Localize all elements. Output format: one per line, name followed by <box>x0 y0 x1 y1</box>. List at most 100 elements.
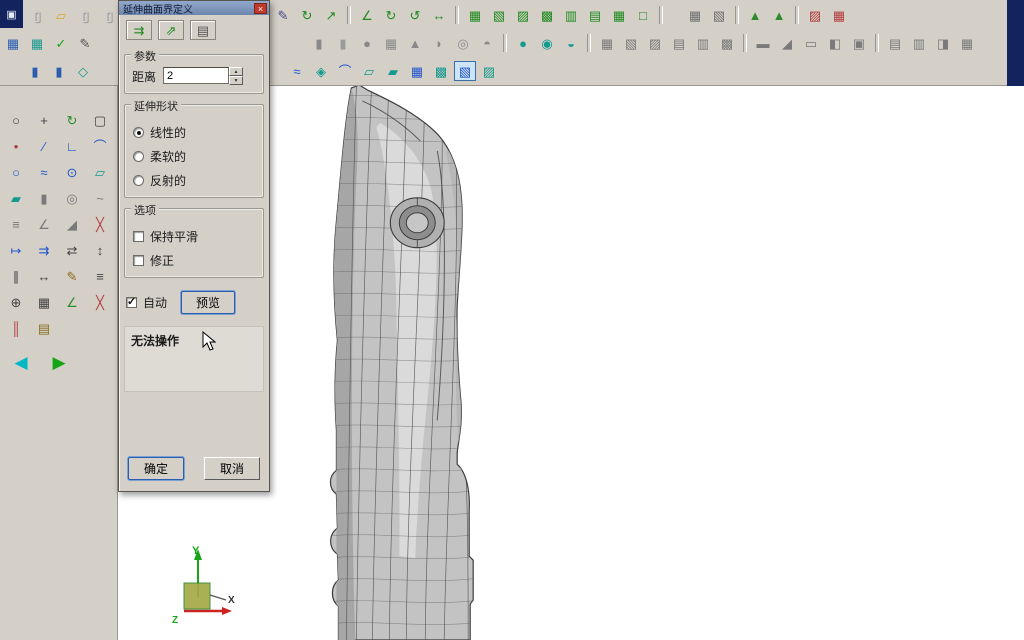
loft-tool-icon[interactable]: ≡ <box>3 212 29 237</box>
close-icon[interactable]: × <box>254 2 267 14</box>
extend-surface-icon[interactable]: ▧ <box>454 61 476 81</box>
point-tool-icon[interactable]: • <box>3 134 29 159</box>
barcode-tool-icon[interactable]: ║ <box>3 316 29 341</box>
forward-arrow-icon[interactable]: ▶ <box>46 351 72 373</box>
solid-cube-2-icon[interactable]: ▧ <box>620 33 642 53</box>
spin-up-icon[interactable]: ▲ <box>229 67 244 76</box>
annotate-tool-icon[interactable]: ✎ <box>59 264 85 289</box>
polyline-tool-icon[interactable]: ∟ <box>59 134 85 159</box>
thick-cube-icon[interactable]: ▦ <box>956 33 978 53</box>
point-curve-icon[interactable]: ≈ <box>286 61 308 81</box>
wire-cube-4-icon[interactable]: ▩ <box>536 5 558 25</box>
wedge-icon[interactable]: ◢ <box>776 33 798 53</box>
export-file-icon[interactable]: ▯ <box>98 5 120 25</box>
patch-surface-icon[interactable]: ▱ <box>358 61 380 81</box>
teal-half-icon[interactable]: ◒ <box>560 33 582 53</box>
curve-tool-icon[interactable]: ⌒ <box>334 61 356 81</box>
chip-red-icon[interactable]: ▦ <box>828 5 850 25</box>
new-file-icon[interactable]: ▯ <box>26 5 48 25</box>
radio-reflective[interactable]: 反射的 <box>133 172 255 189</box>
blue-panel-1-icon[interactable]: ▮ <box>24 61 46 81</box>
mirror-tool-icon[interactable]: ⇄ <box>59 238 85 263</box>
rotate-view-icon[interactable]: ↻ <box>59 108 85 133</box>
check-correct[interactable]: 修正 <box>133 252 255 269</box>
solid-cube-1-icon[interactable]: ▦ <box>596 33 618 53</box>
solid-cube-5-icon[interactable]: ▥ <box>692 33 714 53</box>
dimension-tool-icon[interactable]: ↔ <box>31 264 57 289</box>
solid-cube-6-icon[interactable]: ▩ <box>716 33 738 53</box>
spin-down-icon[interactable]: ▼ <box>229 76 244 85</box>
spline-tool-icon[interactable]: ≈ <box>31 160 57 185</box>
radio-linear[interactable]: 线性的 <box>133 124 255 141</box>
translate-axis-icon[interactable]: ↗ <box>320 5 342 25</box>
shell-cube-icon[interactable]: ◧ <box>824 33 846 53</box>
layers-tool-icon[interactable]: ≡ <box>87 264 113 289</box>
ok-button[interactable]: 确定 <box>128 457 184 480</box>
dialog-titlebar[interactable]: 延伸曲面界定义 × <box>119 1 269 16</box>
gray-cube-icon[interactable]: ▦ <box>684 5 706 25</box>
torus-primitive-icon[interactable]: ◎ <box>452 33 474 53</box>
fillet-tool-icon[interactable]: ∠ <box>31 212 57 237</box>
teal-sphere-icon[interactable]: ● <box>512 33 534 53</box>
slab-icon[interactable]: ▬ <box>752 33 774 53</box>
rotate-ccw-icon[interactable]: ↺ <box>404 5 426 25</box>
teal-cube-icon[interactable]: ▦ <box>26 33 48 53</box>
revolve-tool-icon[interactable]: ◎ <box>59 186 85 211</box>
export-surface-icon[interactable]: ⇗ <box>158 20 184 40</box>
draft-cube-icon[interactable]: ◨ <box>932 33 954 53</box>
round-cube-icon[interactable]: ▣ <box>848 33 870 53</box>
pan-icon[interactable]: + <box>31 108 57 133</box>
edit-params-icon[interactable]: ✎ <box>272 5 294 25</box>
tree-view-1-icon[interactable]: ▲ <box>744 5 766 25</box>
edit-pencil-icon[interactable]: ✎ <box>74 33 96 53</box>
radio-soft[interactable]: 柔软的 <box>133 148 255 165</box>
plate-icon[interactable]: ▭ <box>800 33 822 53</box>
teal-diamond-icon[interactable]: ◇ <box>72 61 94 81</box>
measure-tool-icon[interactable]: ∥ <box>3 264 29 289</box>
export-session-icon[interactable]: ▤ <box>31 316 57 341</box>
snap-tool-icon[interactable]: ⊕ <box>3 290 29 315</box>
offset-tool-icon[interactable]: ⇉ <box>31 238 57 263</box>
app-menu-icon[interactable]: ▣ <box>0 0 23 28</box>
tree-view-2-icon[interactable]: ▲ <box>768 5 790 25</box>
net-surface-icon[interactable]: ▩ <box>430 61 452 81</box>
cube-primitive-icon[interactable]: ▦ <box>380 33 402 53</box>
chamfer-tool-icon[interactable]: ◢ <box>59 212 85 237</box>
check-auto[interactable]: 自动 <box>126 294 167 311</box>
solid-cube-3-icon[interactable]: ▨ <box>644 33 666 53</box>
axis-tool-icon[interactable]: ∠ <box>59 290 85 315</box>
solid-cube-4-icon[interactable]: ▤ <box>668 33 690 53</box>
block-primitive-icon[interactable]: ▮ <box>308 33 330 53</box>
oblate-primitive-icon[interactable]: ◗ <box>428 33 450 53</box>
cancel-button[interactable]: 取消 <box>204 457 260 480</box>
save-grid-icon[interactable]: ▤ <box>190 20 216 40</box>
measure-red-icon[interactable]: ▨ <box>804 5 826 25</box>
wire-cube-6-icon[interactable]: ▤ <box>584 5 606 25</box>
fit-view-icon[interactable]: ▢ <box>87 108 113 133</box>
scale-tool-icon[interactable]: ↕ <box>87 238 113 263</box>
wire-frame-icon[interactable]: □ <box>632 5 654 25</box>
wire-cube-2-icon[interactable]: ▧ <box>488 5 510 25</box>
check-keep-smooth[interactable]: 保持平滑 <box>133 228 255 245</box>
apply-check-icon[interactable]: ✓ <box>50 33 72 53</box>
chamfer-cube-icon[interactable]: ▥ <box>908 33 930 53</box>
axis-system-icon[interactable]: ∠ <box>356 5 378 25</box>
teal-ball-icon[interactable]: ◉ <box>536 33 558 53</box>
back-arrow-icon[interactable]: ◀ <box>8 351 34 373</box>
preview-button[interactable]: 预览 <box>181 291 236 314</box>
cylinder-primitive-icon[interactable]: ▮ <box>332 33 354 53</box>
mirror-axis-icon[interactable]: ↔ <box>428 5 450 25</box>
wire-cube-1-icon[interactable]: ▦ <box>464 5 486 25</box>
rotate-object-icon[interactable]: ↻ <box>296 5 318 25</box>
extend-tool-icon[interactable]: ↦ <box>3 238 29 263</box>
copy-surface-icon[interactable]: ⇉ <box>126 20 152 40</box>
sweep-tool-icon[interactable]: ~ <box>87 186 113 211</box>
distance-input[interactable] <box>163 67 230 84</box>
hemisphere-primitive-icon[interactable]: ◓ <box>476 33 498 53</box>
wire-cube-3-icon[interactable]: ▨ <box>512 5 534 25</box>
section-cube-icon[interactable]: ▧ <box>708 5 730 25</box>
cone-primitive-icon[interactable]: ▲ <box>404 33 426 53</box>
trim-tool-icon[interactable]: ╳ <box>87 212 113 237</box>
blue-cube-icon[interactable]: ▦ <box>2 33 24 53</box>
zoom-icon[interactable]: ○ <box>3 108 29 133</box>
